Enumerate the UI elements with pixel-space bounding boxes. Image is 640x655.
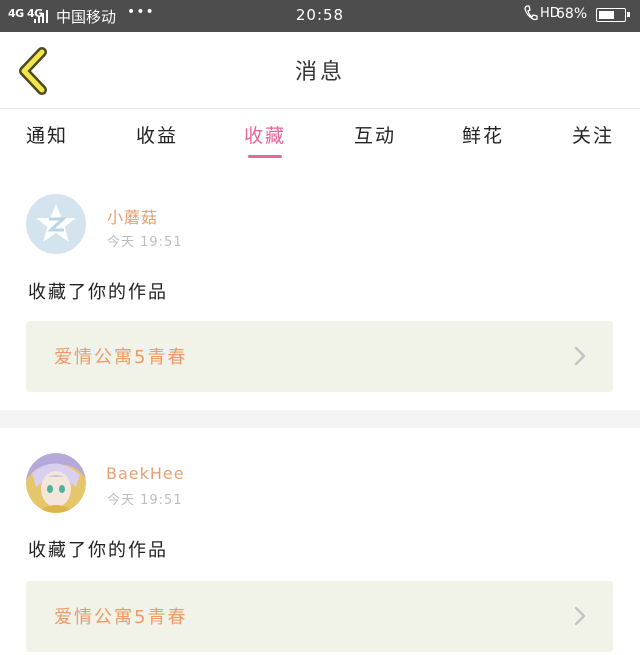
page-title: 消息 xyxy=(294,60,345,85)
app-header: 消息 xyxy=(0,32,640,109)
action-text: 收藏了你的作品 xyxy=(28,540,168,561)
tab-earnings[interactable]: 收益 xyxy=(136,121,178,148)
battery-fill xyxy=(599,11,614,19)
avatar[interactable] xyxy=(26,194,86,254)
default-star-avatar-icon xyxy=(26,194,86,254)
section-divider xyxy=(0,410,640,428)
work-title: 爱情公寓5青春 xyxy=(54,607,188,628)
action-text: 收藏了你的作品 xyxy=(28,282,168,303)
avatar[interactable] xyxy=(26,453,86,513)
status-bar: 4G 4G 中国移动 ••• 20:58 HD 68% xyxy=(0,0,640,32)
timestamp: 今天 19:51 xyxy=(107,235,183,250)
battery-percent: 68% xyxy=(556,6,588,22)
active-tab-indicator xyxy=(248,155,282,158)
message-card: 小蘑菇 今天 19:51 收藏了你的作品 爱情公寓5青春 xyxy=(0,170,640,410)
work-link[interactable]: 爱情公寓5青春 xyxy=(26,321,613,392)
timestamp: 今天 19:51 xyxy=(107,493,183,508)
tab-bar: 通知 收益 收藏 互动 鲜花 关注 xyxy=(0,109,640,169)
tab-interactions[interactable]: 互动 xyxy=(354,121,396,148)
battery-icon xyxy=(596,8,630,22)
tab-flowers[interactable]: 鲜花 xyxy=(462,121,504,148)
work-title: 爱情公寓5青春 xyxy=(54,347,188,368)
chevron-right-icon xyxy=(574,606,586,626)
anime-character-avatar-icon xyxy=(26,453,86,513)
work-link[interactable]: 爱情公寓5青春 xyxy=(26,581,613,652)
chevron-right-icon xyxy=(574,346,586,366)
tab-notifications[interactable]: 通知 xyxy=(26,121,68,148)
phone-icon xyxy=(524,5,538,21)
username[interactable]: 小蘑菇 xyxy=(107,204,158,228)
username[interactable]: BaekHee xyxy=(106,464,185,483)
message-card: BaekHee 今天 19:51 收藏了你的作品 爱情公寓5青春 xyxy=(0,428,640,655)
hd-call-indicator: HD xyxy=(524,5,560,21)
tab-follows[interactable]: 关注 xyxy=(572,121,614,148)
tab-favorites[interactable]: 收藏 xyxy=(244,121,286,148)
